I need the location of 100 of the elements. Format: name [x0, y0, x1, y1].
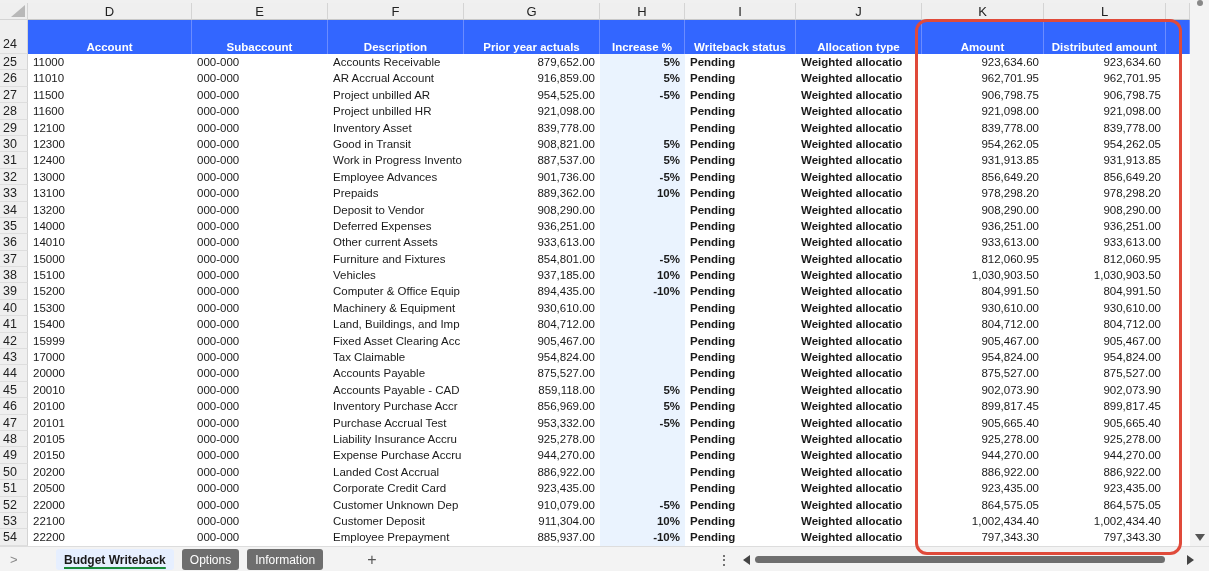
select-all-icon[interactable] [11, 5, 25, 17]
table-cell: -10% [600, 529, 685, 546]
table-cell-text: 12400 [32, 153, 66, 169]
table-cell-text: 911,304.00 [537, 513, 596, 529]
add-sheet-button[interactable]: + [367, 550, 377, 569]
table-cell-text: 804,991.50 [1102, 284, 1162, 300]
row-number[interactable]: 49 [0, 447, 28, 464]
table-cell-text: 13000 [32, 169, 66, 185]
table-cell-text: 936,251.00 [1102, 218, 1162, 234]
table-cell-text: Accounts Receivable [332, 55, 442, 70]
table-cell-text: 921,098.00 [980, 104, 1040, 120]
header-cell: Writeback status [685, 20, 796, 54]
table-cell-text: 933,613.00 [1102, 235, 1162, 251]
row-number[interactable]: 46 [0, 398, 28, 415]
table-cell-text: 886,922.00 [1102, 464, 1162, 480]
table-cell-text: Liability Insurance Accru [332, 432, 458, 447]
table-cell-text: 22100 [32, 513, 66, 529]
table-cell-text: Land, Buildings, and Imp [332, 317, 461, 333]
table-cell-text: 14010 [32, 235, 66, 251]
table-cell-text: Pending [689, 497, 737, 513]
table-cell-text: Purchase Accrual Test [332, 415, 448, 431]
table-cell-text: 839,778.00 [536, 120, 596, 136]
table-cell-text: 12100 [32, 120, 66, 136]
scrollbar-thumb[interactable] [1197, 0, 1203, 6]
row-number[interactable]: 38 [0, 267, 28, 284]
table-cell-text: 11600 [32, 104, 66, 120]
table-cell-text: 1,030,903.50 [970, 268, 1040, 284]
table-cell-text: 000-000 [196, 104, 241, 120]
row-number[interactable]: 54 [0, 529, 28, 546]
row-number[interactable]: 43 [0, 349, 28, 366]
table-cell-text: Weighted allocatio [800, 169, 904, 185]
select-all-corner[interactable] [0, 3, 28, 20]
scroll-down-icon[interactable] [1195, 534, 1205, 542]
row-number[interactable]: 33 [0, 185, 28, 202]
table-cell-text: 812,060.95 [980, 251, 1040, 267]
column-header[interactable]: G [464, 3, 600, 20]
row-number[interactable]: 24 [0, 20, 28, 54]
sheet-tab[interactable]: Information [247, 549, 324, 570]
row-number[interactable]: 51 [0, 480, 28, 497]
table-cell-text: 875,527.00 [1102, 366, 1162, 382]
table-cell-text: 000-000 [196, 382, 241, 398]
column-header[interactable]: F [328, 3, 464, 20]
table-cell-text: 925,278.00 [536, 432, 596, 447]
row-number[interactable]: 26 [0, 70, 28, 87]
table-cell-text: Pending [689, 415, 737, 431]
row-number[interactable]: 31 [0, 152, 28, 169]
table-cell-text: Pending [689, 218, 737, 234]
header-cell: Allocation type [796, 20, 922, 54]
table-cell-text: 000-000 [196, 218, 241, 234]
table-cell-text: Pending [689, 432, 737, 447]
table-cell-text: 000-000 [196, 235, 241, 251]
table-cell-text: 000-000 [196, 136, 241, 152]
column-header[interactable]: D [28, 3, 192, 20]
row-number[interactable]: 41 [0, 316, 28, 333]
table-cell-text: 933,613.00 [536, 235, 596, 251]
table-cell-text: 954,824.00 [1102, 350, 1162, 366]
scroll-left-icon[interactable] [742, 554, 751, 565]
scrollbar-thumb[interactable] [754, 556, 1165, 563]
table-cell-text: 905,665.40 [1102, 415, 1162, 431]
table-cell-text: 000-000 [196, 251, 241, 267]
table-cell-text: 812,060.95 [1102, 251, 1162, 267]
table-cell-text: Weighted allocatio [800, 317, 904, 333]
scroll-right-icon[interactable] [1186, 554, 1195, 565]
row-number[interactable]: 36 [0, 234, 28, 251]
column-header[interactable]: E [192, 3, 328, 20]
sheet-tab[interactable]: Budget Writeback [56, 549, 174, 570]
table-cell-text: 22200 [32, 530, 66, 546]
row-number[interactable]: 28 [0, 103, 28, 120]
table-cell-text: 923,435.00 [1102, 481, 1162, 497]
table-cell-text: Weighted allocatio [800, 284, 904, 300]
column-header[interactable]: H [600, 3, 685, 20]
column-header[interactable]: I [685, 3, 796, 20]
table-cell-text: 1,030,903.50 [1092, 268, 1162, 284]
table-cell-text: Landed Cost Accrual [332, 464, 441, 480]
table-cell-text: 804,712.00 [1102, 317, 1162, 333]
row-number[interactable]: 39 [0, 283, 28, 300]
table-cell-text: Weighted allocatio [800, 71, 904, 87]
table-cell-text: 000-000 [196, 333, 241, 349]
table-cell-text: 1,002,434.40 [1092, 513, 1162, 529]
table-cell-text: Computer & Office Equip [332, 284, 461, 300]
table-cell: 5% [600, 152, 685, 169]
table-cell-text: Pending [689, 350, 737, 366]
row-number[interactable]: 25 [0, 54, 28, 71]
table-cell-text: 000-000 [196, 186, 241, 202]
sheet-tab[interactable]: Options [181, 549, 240, 570]
table-cell-text: Vehicles [332, 268, 377, 284]
table-cell-text: 933,613.00 [980, 235, 1040, 251]
table-cell-text: 000-000 [196, 202, 241, 218]
table-cell-text: 902,073.90 [980, 382, 1040, 398]
more-options-button[interactable]: ⋮ [716, 551, 731, 568]
table-cell-text: AR Accrual Account [332, 71, 435, 87]
row-number[interactable]: 44 [0, 365, 28, 382]
table-cell-text: 839,778.00 [980, 120, 1040, 136]
table-cell-text: 20000 [32, 366, 66, 382]
column-header[interactable]: J [796, 3, 922, 20]
table-cell-text: 954,525.00 [536, 87, 596, 103]
table-cell-text: Expense Purchase Accru [332, 448, 463, 464]
column-header[interactable] [1166, 3, 1190, 20]
table-cell-text: Pending [689, 366, 737, 382]
table-cell-text: Pending [689, 104, 737, 120]
